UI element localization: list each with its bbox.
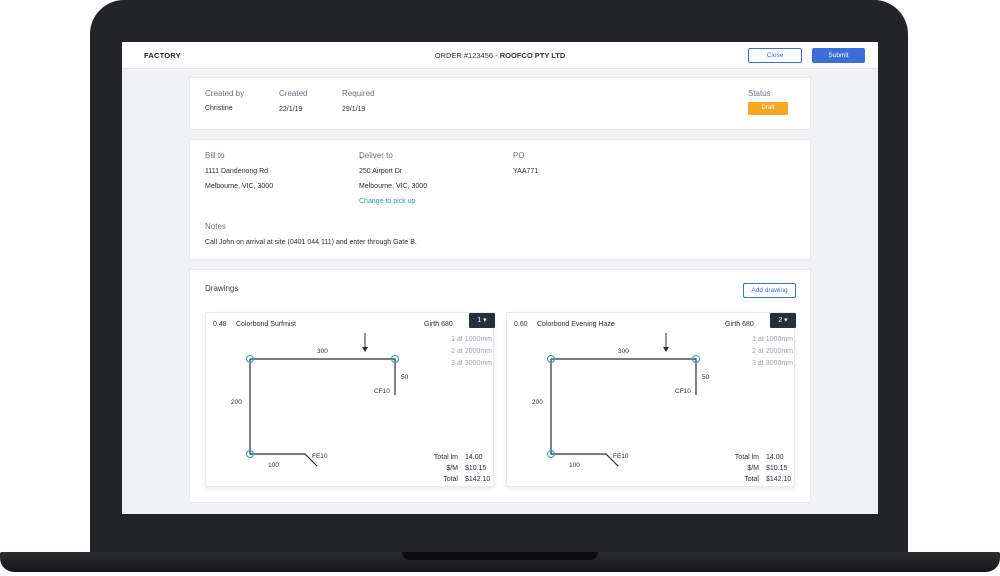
required-label: Required xyxy=(342,89,375,98)
deliver-to-line2: Melbourne, VIC, 3000 xyxy=(359,183,428,190)
created-by-value: Christine xyxy=(205,105,233,112)
total-value: $142.10 xyxy=(465,476,491,483)
total-label: Total xyxy=(443,476,458,483)
deliver-to-line1: 250 Airport Dr xyxy=(359,168,403,175)
dim-left: 200 xyxy=(532,399,543,406)
top-bar: FACTORY ORDER #123456 - ROOFCO PTY LTD C… xyxy=(122,42,878,69)
notes-value: Call John on arrival at site (0401 044 1… xyxy=(205,239,417,246)
notes-label: Notes xyxy=(205,222,226,231)
dim-fe: FE10 xyxy=(613,453,629,460)
drawings-card: Drawings Add drawing 0.48 Colorbond Surf… xyxy=(189,269,811,503)
arrow-head-icon xyxy=(663,347,669,352)
app-screen: FACTORY ORDER #123456 - ROOFCO PTY LTD C… xyxy=(122,42,878,514)
arrow-head-icon xyxy=(362,347,368,352)
dim-fe: FE10 xyxy=(312,453,328,460)
close-button[interactable]: Close xyxy=(748,48,802,63)
dim-cf: CF10 xyxy=(675,388,691,395)
profile-lines xyxy=(249,358,396,467)
order-number: ORDER #123456 - xyxy=(434,51,500,60)
per-m-label: $/M xyxy=(446,465,458,472)
profile-left-bottom xyxy=(249,359,318,467)
profile-lines xyxy=(550,358,697,467)
dim-right: 50 xyxy=(401,374,409,381)
order-company: ROOFCO PTY LTD xyxy=(499,51,566,60)
deliver-to-label: Deliver to xyxy=(359,151,393,160)
total-lm-label: Total lm xyxy=(433,454,458,461)
drawing-card[interactable]: 0.60 Colorbond Evening Haze Girth 680 2 … xyxy=(506,312,796,487)
dim-bottom: 100 xyxy=(569,462,580,469)
dim-left: 200 xyxy=(231,399,242,406)
bill-to-label: Bill to xyxy=(205,151,225,160)
flashing-drawing: 300 50 CF10 200 FE10 100 xyxy=(532,333,710,469)
total-label: Total xyxy=(744,476,759,483)
submit-button[interactable]: Submit xyxy=(812,48,865,63)
per-m-value: $10.15 xyxy=(766,465,788,472)
laptop-notch xyxy=(402,552,598,560)
po-value: YAA771 xyxy=(513,168,539,175)
created-by-label: Created by xyxy=(205,89,245,98)
created-label: Created xyxy=(279,89,308,98)
dim-cf: CF10 xyxy=(374,388,390,395)
per-m-value: $10.15 xyxy=(465,465,487,472)
change-to-pickup-link[interactable]: Change to pick up xyxy=(359,198,415,205)
per-m-label: $/M xyxy=(747,465,759,472)
status-badge: Draft xyxy=(748,102,788,115)
dim-bottom: 100 xyxy=(268,462,279,469)
dim-top: 300 xyxy=(618,348,629,355)
total-lm-value: 14.00 xyxy=(465,454,483,461)
bill-to-line2: Melbourne, VIC, 3000 xyxy=(205,183,274,190)
order-summary-card: Created by Christine Created 22/1/19 Req… xyxy=(189,77,811,130)
created-value: 22/1/19 xyxy=(279,106,303,113)
add-drawing-button[interactable]: Add drawing xyxy=(743,283,796,298)
dim-right: 50 xyxy=(702,374,710,381)
status-label: Status xyxy=(748,89,771,98)
total-lm-value: 14.00 xyxy=(766,454,784,461)
total-value: $142.10 xyxy=(766,476,792,483)
profile-left-bottom xyxy=(550,359,619,467)
bill-to-line1: 1111 Dandenong Rd xyxy=(205,168,269,175)
required-value: 29/1/19 xyxy=(342,106,366,113)
flashing-drawing: 300 50 CF10 200 FE10 100 xyxy=(231,333,409,469)
drawings-title: Drawings xyxy=(205,284,239,293)
po-label: PO xyxy=(513,151,525,160)
dim-top: 300 xyxy=(317,348,328,355)
order-details-card: Bill to 1111 Dandenong Rd Melbourne, VIC… xyxy=(189,139,811,260)
drawing-card[interactable]: 0.48 Colorbond Surfmist Girth 680 1 ▾ 1 … xyxy=(205,312,495,487)
total-lm-label: Total lm xyxy=(734,454,759,461)
